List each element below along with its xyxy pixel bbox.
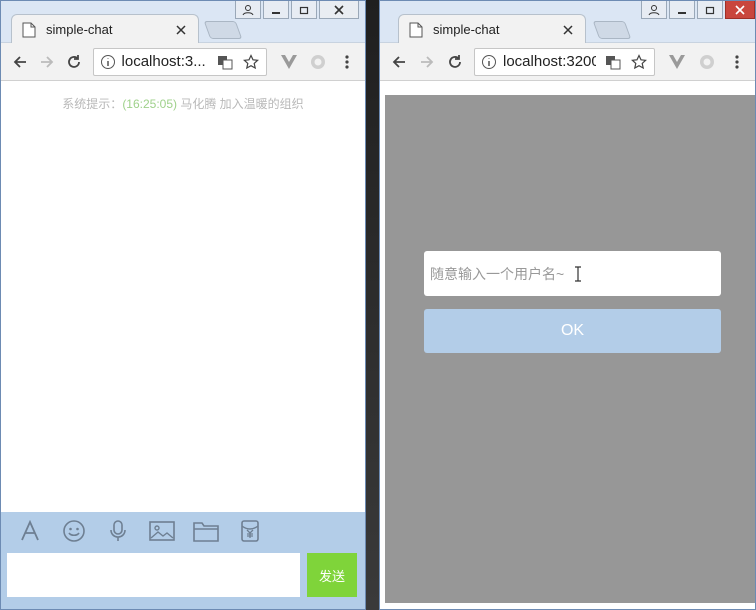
minimize-icon[interactable]	[263, 1, 289, 19]
tab-title: simple-chat	[433, 22, 500, 37]
address-bar[interactable]: localhost:3...	[92, 47, 268, 76]
user-icon[interactable]	[235, 1, 261, 19]
emoji-icon[interactable]	[59, 516, 89, 546]
window-controls	[641, 1, 755, 19]
close-icon[interactable]	[174, 23, 188, 37]
tab-title: simple-chat	[46, 22, 113, 37]
minimize-icon[interactable]	[669, 1, 695, 19]
browser-toolbar: localhost:3...	[1, 43, 365, 81]
restore-icon[interactable]	[697, 1, 723, 19]
chat-messages: 系统提示：(16:25:05) 马化腾 加入温暖的组织	[1, 82, 365, 512]
ok-button[interactable]: OK	[424, 309, 721, 353]
microphone-icon[interactable]	[103, 516, 133, 546]
browser-tab[interactable]: simple-chat	[398, 14, 586, 44]
page-icon	[22, 22, 36, 38]
left-browser-window: simple-chat localhost:3... 系统提示：(16:25:0…	[0, 0, 366, 610]
message-input[interactable]	[7, 553, 300, 597]
folder-icon[interactable]	[191, 516, 221, 546]
page-icon	[409, 22, 423, 38]
send-button[interactable]: 发送	[307, 553, 357, 597]
menu-icon[interactable]	[336, 50, 359, 74]
text-cursor-icon	[574, 265, 582, 282]
titlebar: simple-chat	[380, 1, 755, 44]
username-placeholder: 随意输入一个用户名~	[430, 265, 565, 282]
close-icon[interactable]	[561, 23, 575, 37]
translate-icon[interactable]	[604, 53, 622, 71]
system-message-time: (16:25:05)	[122, 97, 178, 111]
system-message: 系统提示：(16:25:05) 马化腾 加入温暖的组织	[1, 95, 365, 112]
forward-icon[interactable]	[414, 49, 440, 75]
star-icon[interactable]	[630, 53, 648, 71]
back-icon[interactable]	[386, 49, 412, 75]
login-overlay: 随意输入一个用户名~ OK	[385, 95, 755, 603]
vue-devtools-icon[interactable]	[277, 50, 300, 74]
browser-toolbar: localhost:3200	[380, 43, 755, 81]
info-icon[interactable]	[481, 54, 497, 70]
address-bar[interactable]: localhost:3200	[474, 47, 655, 76]
titlebar: simple-chat	[1, 1, 365, 44]
window-close-icon[interactable]	[725, 1, 755, 19]
browser-tab[interactable]: simple-chat	[11, 14, 199, 44]
url-text: localhost:3200	[503, 53, 596, 70]
info-icon[interactable]	[100, 54, 116, 70]
system-message-prefix: 系统提示：	[62, 97, 123, 111]
menu-icon[interactable]	[725, 50, 749, 74]
forward-icon[interactable]	[34, 49, 59, 75]
new-tab-button[interactable]	[203, 21, 243, 39]
url-text: localhost:3...	[121, 53, 206, 70]
extension-icon[interactable]	[307, 50, 330, 74]
window-close-icon[interactable]	[319, 1, 359, 19]
username-input[interactable]: 随意输入一个用户名~	[424, 251, 721, 296]
extension-icon[interactable]	[695, 50, 719, 74]
back-icon[interactable]	[7, 49, 32, 75]
system-message-text: 马化腾 加入温暖的组织	[177, 97, 304, 111]
chat-composer: 发送	[1, 512, 365, 609]
new-tab-button[interactable]	[592, 21, 632, 39]
reload-icon[interactable]	[61, 49, 86, 75]
user-icon[interactable]	[641, 1, 667, 19]
star-icon[interactable]	[242, 53, 260, 71]
right-browser-window: simple-chat localhost:3200 随意输入一个用户名~ OK	[379, 0, 756, 610]
font-icon[interactable]	[15, 516, 45, 546]
image-icon[interactable]	[147, 516, 177, 546]
red-packet-icon[interactable]	[235, 516, 265, 546]
composer-tools	[1, 512, 365, 550]
desktop-gap	[366, 0, 379, 610]
reload-icon[interactable]	[442, 49, 468, 75]
translate-icon[interactable]	[216, 53, 234, 71]
vue-devtools-icon[interactable]	[665, 50, 689, 74]
restore-icon[interactable]	[291, 1, 317, 19]
window-controls	[235, 1, 359, 19]
